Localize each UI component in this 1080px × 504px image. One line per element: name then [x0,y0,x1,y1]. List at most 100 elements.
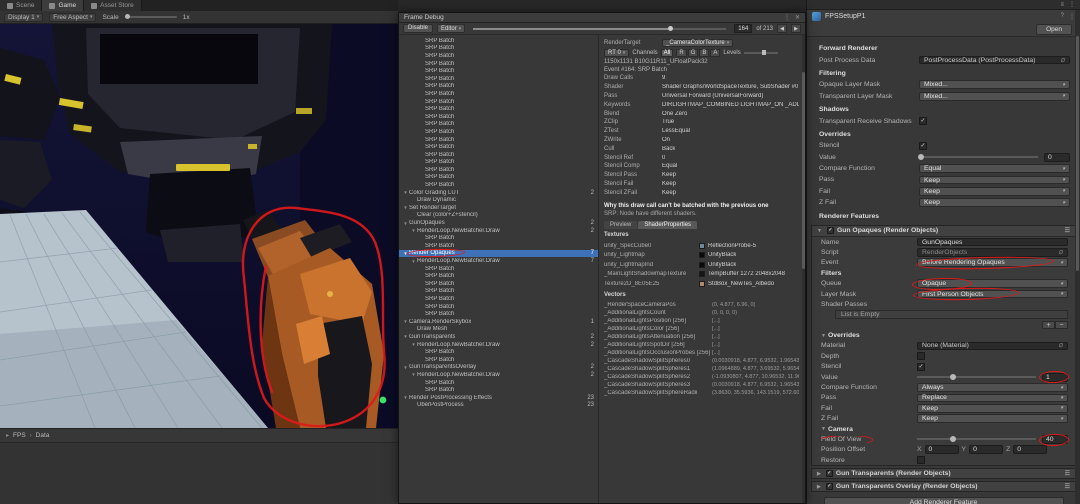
event-row[interactable]: SRP Batch [399,174,598,182]
texture-row[interactable]: _MainLightShadowmapTexture TempBuffer 127… [604,270,799,280]
event-row[interactable]: SRP Batch [399,159,598,167]
event-row[interactable]: SRP Batch [399,303,598,311]
texture-row[interactable]: unity_LightmapInd UnityBlack [604,260,799,270]
menu-icon[interactable]: ☰ [1065,483,1070,490]
event-row[interactable]: SRP Batch [399,151,598,159]
foldout-icon[interactable]: ▶ [817,471,821,477]
foldout-icon[interactable]: ▼ [402,319,409,324]
menu-icon[interactable]: ☰ [1065,470,1070,477]
foldout-icon[interactable]: ▼ [402,205,409,210]
foldout-icon[interactable]: ▼ [817,228,822,234]
foldout-icon[interactable]: ▼ [402,190,409,195]
levels-slider[interactable] [743,50,778,55]
open-button[interactable]: Open [1036,24,1072,35]
slider-knob[interactable] [918,153,925,160]
value-slider[interactable] [917,373,1036,380]
slider-knob[interactable] [124,14,130,19]
event-row[interactable]: ▼ Set RenderTarget [399,204,598,212]
transparent-layer-mask-dropdown[interactable]: Mixed... ▾ [919,91,1070,101]
window-menu-icon[interactable]: ⋮ [784,14,790,21]
tab-asset-store[interactable]: Asset Store [84,0,142,11]
channel-r[interactable]: R [676,49,687,57]
project-browser[interactable] [0,442,398,504]
display-dropdown[interactable]: Display 1 ▾ [4,12,44,22]
event-row[interactable]: SRP Batch [399,181,598,189]
feature-enabled-checkbox[interactable]: ✓ [825,483,833,491]
event-row[interactable]: SRP Batch [399,75,598,83]
texture-row[interactable]: unity_SpecCube0 ReflectionProbe-5 [604,241,799,251]
object-picker-icon[interactable]: ⊙ [1058,249,1063,256]
event-row[interactable]: ▼ GunOpaques 2 [399,219,598,227]
event-row[interactable]: ▼ Camera.RenderSkybox 1 [399,318,598,326]
event-row[interactable]: ▼ RenderLoop.NewBatcher.Draw 2 [399,227,598,235]
event-row[interactable]: SRP Batch [399,60,598,68]
channel-a[interactable]: A [710,49,721,57]
event-row[interactable]: ▼ RenderLoop.NewBatcher.Draw 2 [399,341,598,349]
layer-mask-dropdown[interactable]: First Person Objects ▾ [912,286,1068,302]
foldout-icon[interactable]: ▼ [402,221,409,226]
compare-function-dropdown[interactable]: Equal ▾ [919,164,1070,173]
menu-icon[interactable]: ☰ [1065,227,1070,234]
stencil-checkbox[interactable]: ✓ [919,141,927,150]
fail-dropdown[interactable]: Keep ▾ [917,403,1068,413]
z-fail-dropdown[interactable]: Keep ▾ [917,414,1068,424]
transparent-receive-shadows-checkbox[interactable]: ✓ [919,117,927,126]
event-row[interactable]: SRP Batch [399,386,598,394]
feature-gun-transparents-render-objects[interactable]: ▶ ✓ Gun Transparents (Render Objects) ☰ [811,468,1076,480]
next-event-button[interactable]: ▶ [791,24,801,33]
foldout-icon[interactable]: ▼ [402,395,409,400]
event-row[interactable]: SRP Batch [399,121,598,129]
event-row[interactable]: SRP Batch [399,295,598,303]
foldout-icon[interactable]: ▶ [817,484,821,490]
scrollbar-thumb[interactable] [1076,36,1079,271]
event-row[interactable]: SRP Batch [399,379,598,387]
queue-dropdown[interactable]: Opaque ▾ [911,276,1068,291]
value-value-field[interactable]: 0 [1044,152,1070,162]
event-row[interactable]: SRP Batch [399,98,598,106]
frame-debug-titlebar[interactable]: Frame Debug ⋮ ✕ [399,13,805,23]
post-process-data-object-field[interactable]: PostProcessData (PostProcessData) ⊙ [919,55,1070,65]
feature-enabled-checkbox[interactable]: ✓ [826,227,834,235]
tab-shaderproperties[interactable]: ShaderProperties [638,221,698,230]
value-slider[interactable] [918,153,1038,160]
event-dropdown[interactable]: Before Rendering Opaques ▾ [915,255,1068,271]
list-add-button[interactable]: + [1042,320,1055,330]
field-of-view-value-field[interactable]: 40 [1038,433,1070,446]
list-icon[interactable]: ≡ [1060,2,1064,8]
add-renderer-feature-button[interactable]: Add Renderer Feature [823,497,1064,504]
list-remove-button[interactable]: − [1055,320,1068,330]
event-row[interactable]: SRP Batch [399,67,598,75]
event-row-selected[interactable]: ▼ Render Opaques 7 [399,248,598,258]
channel-g[interactable]: G [687,49,699,57]
event-row[interactable]: SRP Batch [399,37,598,45]
material-object-field[interactable]: None (Material) ⊙ [917,341,1068,351]
event-row[interactable]: SRP Batch [399,166,598,174]
pass-dropdown[interactable]: Keep ▾ [919,175,1070,185]
current-event-field[interactable]: 164 [734,24,753,33]
fail-dropdown[interactable]: Keep ▾ [919,186,1070,196]
foldout-icon[interactable]: ▼ [410,342,417,347]
foldout-icon[interactable]: ▼ [410,259,417,264]
opaque-layer-mask-dropdown[interactable]: Mixed... ▾ [919,80,1070,90]
foldout-icon[interactable]: ▼ [402,365,409,370]
event-row[interactable]: SRP Batch [399,272,598,280]
event-row[interactable]: ▼ RenderLoop.NewBatcher.Draw 7 [399,257,598,265]
help-icon[interactable]: ? [1061,13,1064,20]
event-row[interactable]: ▼ GunTransparentsOverlay 2 [399,364,598,372]
event-row[interactable]: SRP Batch [399,265,598,273]
render-target-dropdown[interactable]: _CameraColorTexture ▾ [662,38,734,47]
event-row[interactable]: SRP Batch [399,143,598,151]
event-row[interactable]: ▼ Color Grading LUT 2 [399,189,598,197]
foldout-icon[interactable]: ▼ [402,334,409,339]
event-row[interactable]: SRP Batch [399,90,598,98]
aspect-dropdown[interactable]: Free Aspect ▾ [49,12,97,22]
editor-target-dropdown[interactable]: Editor ▾ [437,24,466,33]
event-row[interactable]: Draw Mesh [399,326,598,334]
value-value-field[interactable]: 1 [1038,370,1070,384]
prev-event-button[interactable]: ◀ [777,24,787,33]
event-row[interactable]: SRP Batch [399,105,598,113]
breadcrumb-root[interactable]: FPS [13,432,26,439]
event-row[interactable]: SRP Batch [399,348,598,356]
name-field[interactable]: GunOpaques [917,237,1068,247]
feature-header[interactable]: ▼ ✓ Gun Opaques (Render Objects) ☰ [812,225,1075,237]
